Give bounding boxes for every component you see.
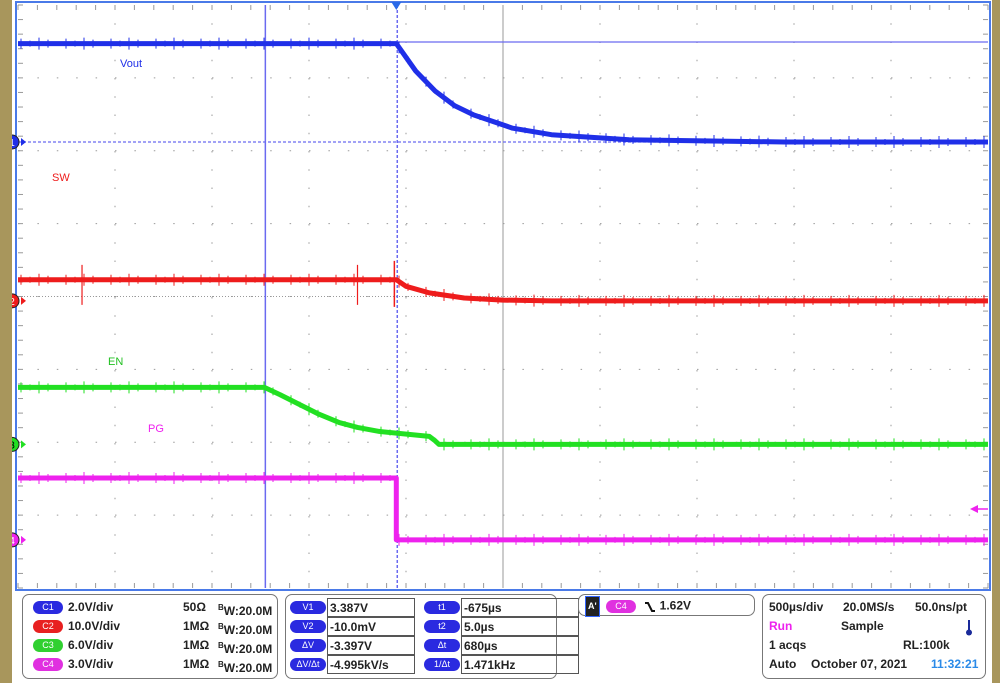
cursor-ΔV-row: ΔV-3.397V	[290, 636, 415, 655]
cursor-value: 3.387V	[327, 598, 415, 617]
trigger-panel[interactable]: A' C4 1.62V	[578, 594, 755, 616]
label-pg: PG	[148, 423, 164, 435]
channel-settings-panel: C12.0V/div50ΩBW:20.0M C210.0V/div1MΩBW:2…	[22, 594, 278, 679]
cursor-label: V1	[290, 601, 326, 614]
ch2-impedance: 1MΩ	[183, 617, 209, 636]
cursor-readout-panel: V13.387VV2-10.0mVΔV-3.397VΔV/Δt-4.995kV/…	[285, 594, 557, 679]
time: 11:32:21	[931, 655, 978, 674]
cursor-value: 5.0µs	[461, 617, 579, 636]
ch3-scale: 6.0V/div	[68, 636, 188, 655]
cursor-value: -10.0mV	[327, 617, 415, 636]
acq-mode: Sample	[841, 617, 884, 636]
trigger-badge: A'	[585, 596, 600, 617]
cursor-label: Δt	[424, 639, 460, 652]
label-sw: SW	[52, 172, 70, 184]
ch2-badge: C2	[33, 620, 63, 633]
ch1-impedance: 50Ω	[183, 598, 206, 617]
cursor-t1-row: t1-675µs	[424, 598, 579, 617]
cursor-V2-row: V2-10.0mV	[290, 617, 415, 636]
cursor-value: -675µs	[461, 598, 579, 617]
acquisition-panel: 500µs/div 20.0MS/s 50.0ns/pt Run Sample …	[762, 594, 986, 679]
record-length: RL:100k	[903, 636, 950, 655]
cursor-Δt-row: Δt680µs	[424, 636, 579, 655]
channel-2-marker-label: 2	[12, 297, 15, 308]
cursor-value: 1.471kHz	[461, 655, 579, 674]
channel-row-4[interactable]: C43.0V/div1MΩBW:20.0M	[33, 655, 188, 674]
channel-row-1[interactable]: C12.0V/div50ΩBW:20.0M	[33, 598, 188, 617]
sample-rate: 20.0MS/s	[843, 598, 894, 617]
cursor-value: 680µs	[461, 636, 579, 655]
resolution: 50.0ns/pt	[915, 598, 967, 617]
channel-4-marker-label: 4	[12, 536, 15, 547]
date: October 07, 2021	[811, 655, 907, 674]
scope-screen: 1 2 3 4 Vout SW EN PG C1 2.0V/div50Ω BW:20.0M…	[12, 0, 992, 683]
label-vout: Vout	[120, 58, 142, 70]
cursor-label: t2	[424, 620, 460, 633]
ch1-badge: C1	[33, 601, 63, 614]
cursor-1/Δt-row: 1/Δt1.471kHz	[424, 655, 579, 674]
ch1-scale: 2.0V/div	[68, 598, 188, 617]
channel-row-2[interactable]: C210.0V/div1MΩBW:20.0M	[33, 617, 188, 636]
ch4-scale: 3.0V/div	[68, 655, 188, 674]
ch4-badge: C4	[33, 658, 63, 671]
cursor-label: 1/Δt	[424, 658, 460, 671]
ch3-impedance: 1MΩ	[183, 636, 209, 655]
channel-1-marker-label: 1	[12, 138, 15, 149]
ch4-impedance: 1MΩ	[183, 655, 209, 674]
ch2-scale: 10.0V/div	[68, 617, 188, 636]
cursor-t2-row: t25.0µs	[424, 617, 579, 636]
trigger-source-badge: C4	[606, 600, 636, 613]
label-en: EN	[108, 356, 123, 368]
cursor-V1-row: V13.387V	[290, 598, 415, 617]
cursor-label: V2	[290, 620, 326, 633]
trigger-level: 1.62V	[660, 599, 691, 613]
cursor-label: ΔV/Δt	[290, 658, 326, 671]
trigger-mode: Auto	[769, 655, 796, 674]
waveform-plot: 1 2 3 4	[12, 0, 992, 592]
channel-3-marker-label: 3	[12, 440, 15, 451]
ch4-bandwidth: BW:20.0M	[218, 655, 272, 678]
cursor-label: t1	[424, 601, 460, 614]
cursor-label: ΔV	[290, 639, 326, 652]
thermometer-icon	[965, 620, 973, 636]
ch3-badge: C3	[33, 639, 63, 652]
cursor-ΔV/Δt-row: ΔV/Δt-4.995kV/s	[290, 655, 415, 674]
cursor-value: -3.397V	[327, 636, 415, 655]
acq-count: 1 acqs	[769, 636, 806, 655]
cursor-value: -4.995kV/s	[327, 655, 415, 674]
timebase[interactable]: 500µs/div	[769, 598, 823, 617]
falling-edge-icon	[644, 601, 656, 613]
run-state[interactable]: Run	[769, 617, 792, 636]
channel-row-3[interactable]: C36.0V/div1MΩBW:20.0M	[33, 636, 188, 655]
